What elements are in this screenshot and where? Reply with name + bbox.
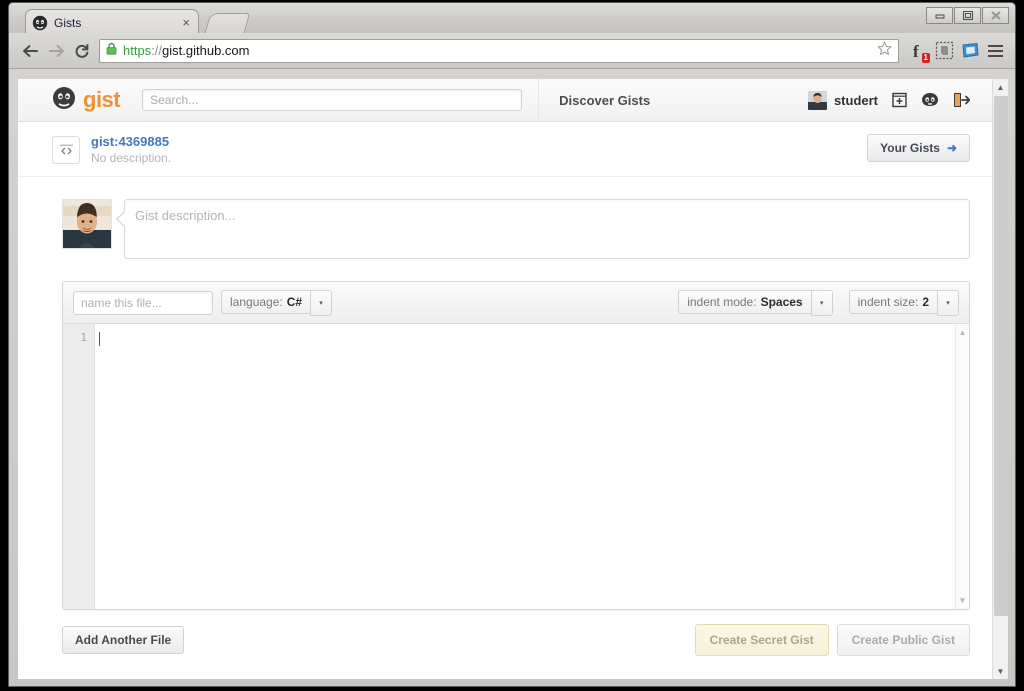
chevron-down-icon[interactable]: ▾ (937, 289, 959, 316)
code-icon (52, 136, 80, 164)
description-row: Gist description... (18, 177, 992, 259)
svg-text:f: f (913, 42, 919, 61)
indent-mode-select-main[interactable]: indent mode: Spaces (678, 289, 811, 314)
gist-description-text: No description. (91, 151, 172, 165)
url-scheme: https (123, 43, 152, 58)
brand-name: gist (83, 87, 121, 112)
back-button[interactable] (17, 38, 43, 64)
gist-meta-bar: gist:4369885 No description. Your Gists … (18, 122, 992, 177)
avatar (62, 199, 112, 249)
browser-menu-button[interactable] (983, 38, 1007, 64)
scrollbar-thumb[interactable] (994, 96, 1008, 616)
indent-mode-label: indent mode: (687, 294, 757, 309)
octocat-icon (52, 86, 76, 115)
editor-scrollbar[interactable]: ▲ ▼ (955, 324, 969, 609)
chevron-down-icon[interactable]: ▾ (310, 289, 333, 316)
gist-id-link[interactable]: gist:4369885 (91, 134, 171, 149)
scroll-up-icon[interactable]: ▲ (959, 328, 967, 337)
gist-meta-text: gist:4369885 No description. (91, 134, 171, 165)
browser-toolbar: https://gist.github.com f 1 (9, 33, 1015, 69)
file-name-input[interactable]: name this file... (73, 290, 213, 315)
gist-page: gist Search... Discover Gists studert gi… (18, 79, 992, 679)
create-public-gist-button[interactable]: Create Public Gist (836, 624, 970, 656)
facebook-badge: 1 (921, 52, 930, 63)
chevron-down-icon[interactable]: ▾ (810, 289, 833, 316)
avatar (807, 90, 827, 110)
search-input[interactable]: Search... (142, 89, 523, 111)
file-editor-card: name this file... language: C# ▾ indent … (62, 281, 970, 610)
add-another-file-button[interactable]: Add Another File (62, 626, 185, 654)
new-gist-icon[interactable] (892, 92, 907, 108)
close-window-icon[interactable] (982, 7, 1009, 24)
description-bubble: Gist description... (116, 199, 970, 259)
url-text: https://gist.github.com (123, 43, 249, 58)
scroll-down-icon[interactable]: ▼ (993, 663, 1008, 679)
file-toolbar: name this file... language: C# ▾ indent … (63, 282, 969, 324)
forward-button[interactable] (43, 38, 69, 64)
your-gists-label: Your Gists (880, 141, 940, 155)
bookmark-star-icon[interactable] (877, 40, 892, 61)
code-editor[interactable]: 1 ▲ ▼ (63, 324, 969, 609)
indent-mode-value: Spaces (760, 294, 803, 309)
arrow-right-icon: ➜ (946, 141, 957, 155)
tab-title: Gists (54, 15, 82, 30)
padlock-icon (106, 42, 117, 60)
scroll-down-icon[interactable]: ▼ (959, 596, 967, 605)
close-icon[interactable]: × (180, 16, 192, 29)
indent-mode-select[interactable]: indent mode: Spaces ▾ (678, 289, 833, 316)
username-label: studert (833, 92, 878, 108)
browser-tab[interactable]: Gists × (25, 9, 199, 35)
site-header: gist Search... Discover Gists studert (18, 79, 992, 122)
indent-size-value: 2 (922, 294, 929, 309)
form-actions: Add Another File Create Secret Gist Crea… (18, 610, 992, 656)
gist-logo[interactable]: gist (52, 86, 121, 115)
code-input[interactable] (95, 324, 955, 609)
create-buttons: Create Secret Gist Create Public Gist (694, 624, 970, 656)
language-select-main[interactable]: language: C# (221, 289, 311, 314)
language-select[interactable]: language: C# ▾ (221, 289, 333, 316)
url-host: gist.github.com (162, 43, 250, 58)
url-separator: :// (151, 43, 163, 58)
page-viewport: gist Search... Discover Gists studert gi… (18, 79, 1008, 679)
gist-description-input[interactable]: Gist description... (124, 199, 970, 259)
sign-out-icon[interactable] (953, 92, 970, 108)
reload-button[interactable] (69, 38, 95, 64)
language-value: C# (286, 294, 303, 309)
search-placeholder: Search... (150, 93, 199, 107)
address-bar[interactable]: https://gist.github.com (99, 38, 899, 63)
file-name-placeholder: name this file... (81, 295, 162, 310)
line-number-gutter: 1 (63, 324, 95, 609)
user-menu[interactable]: studert (807, 90, 878, 110)
language-label: language: (230, 294, 283, 309)
octocat-icon[interactable] (921, 92, 939, 108)
page-scrollbar[interactable]: ▲ ▼ (992, 79, 1008, 679)
header-divider (538, 79, 540, 122)
browser-titlebar: Gists × (9, 3, 1015, 36)
browser-window: Gists × https://gist.github.com f 1 gist… (8, 2, 1016, 687)
minimize-icon[interactable] (926, 7, 953, 24)
evernote-extension-icon[interactable] (931, 38, 957, 64)
header-right: studert (807, 90, 970, 110)
scroll-up-icon[interactable]: ▲ (993, 79, 1008, 95)
text-cursor (99, 331, 100, 346)
screenshot-root: Gists × https://gist.github.com f 1 gist… (0, 0, 1024, 691)
discover-gists-link[interactable]: Discover Gists (559, 93, 650, 108)
indent-size-label: indent size: (857, 294, 919, 309)
blue-app-extension-icon[interactable] (957, 38, 983, 64)
facebook-extension-icon[interactable]: f 1 (905, 38, 931, 64)
bubble-arrow (116, 211, 125, 227)
indent-size-select[interactable]: indent size: 2 ▾ (848, 289, 959, 316)
indent-size-select-main[interactable]: indent size: 2 (848, 289, 937, 314)
your-gists-button[interactable]: Your Gists ➜ (867, 134, 970, 162)
create-secret-gist-button[interactable]: Create Secret Gist (694, 624, 829, 656)
indent-controls: indent mode: Spaces ▾ indent size: 2 ▾ (670, 289, 959, 316)
description-placeholder: Gist description... (135, 208, 236, 223)
window-controls (926, 7, 1009, 24)
octocat-icon (32, 15, 48, 31)
maximize-icon[interactable] (954, 7, 981, 24)
